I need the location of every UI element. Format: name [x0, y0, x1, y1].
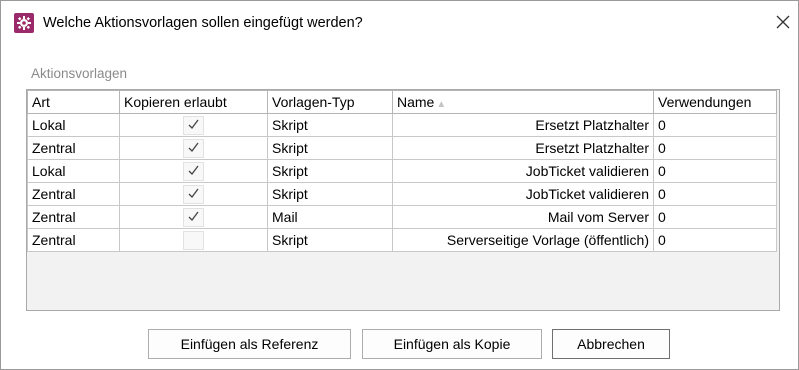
group-label: Aktionsvorlagen — [31, 66, 128, 81]
cell-copy-allowed — [119, 159, 268, 183]
table-grid: Art Kopieren erlaubt Vorlagen-Typ Name ▲ … — [27, 90, 777, 252]
cell-name: Ersetzt Platzhalter — [392, 113, 654, 137]
cell-name: Serverseitige Vorlage (öffentlich) — [392, 228, 654, 252]
column-header-art[interactable]: Art — [27, 90, 120, 114]
cell-template-type: Skript — [267, 228, 393, 252]
cell-copy-allowed — [119, 228, 268, 252]
cell-name: Mail vom Server — [392, 205, 654, 229]
table-row[interactable]: Lokal Skript Ersetzt Platzhalter 0 — [27, 113, 777, 137]
column-header-copy-allowed[interactable]: Kopieren erlaubt — [119, 90, 268, 114]
checkmark-icon — [188, 211, 199, 221]
cell-art: Lokal — [27, 159, 120, 183]
checkmark-icon — [188, 188, 199, 198]
column-header-usages[interactable]: Verwendungen — [653, 90, 777, 114]
cell-template-type: Skript — [267, 136, 393, 160]
table-row[interactable]: Lokal Skript JobTicket validieren 0 — [27, 159, 777, 183]
dialog-window: Welche Aktionsvorlagen sollen eingefügt … — [0, 0, 799, 370]
table-row[interactable]: Zentral Skript Ersetzt Platzhalter 0 — [27, 136, 777, 160]
cell-usages: 0 — [653, 205, 777, 229]
cell-name: Ersetzt Platzhalter — [392, 136, 654, 160]
copy-allowed-checkbox — [183, 161, 204, 181]
cell-copy-allowed — [119, 205, 268, 229]
cell-art: Zentral — [27, 182, 120, 206]
checkmark-icon — [188, 165, 199, 175]
table-header-row: Art Kopieren erlaubt Vorlagen-Typ Name ▲ … — [27, 90, 777, 114]
copy-allowed-checkbox — [183, 115, 204, 135]
title-bar[interactable]: Welche Aktionsvorlagen sollen eingefügt … — [1, 1, 798, 51]
insert-as-copy-button[interactable]: Einfügen als Kopie — [362, 329, 542, 359]
cell-template-type: Skript — [267, 159, 393, 183]
cell-usages: 0 — [653, 159, 777, 183]
insert-as-reference-button[interactable]: Einfügen als Referenz — [148, 329, 351, 359]
table-row[interactable]: Zentral Skript Serverseitige Vorlage (öf… — [27, 228, 777, 252]
sort-ascending-icon: ▲ — [436, 99, 447, 110]
cell-template-type: Skript — [267, 113, 393, 137]
templates-table[interactable]: Art Kopieren erlaubt Vorlagen-Typ Name ▲ … — [26, 89, 780, 311]
cancel-button[interactable]: Abbrechen — [552, 329, 670, 359]
cell-usages: 0 — [653, 182, 777, 206]
column-header-name[interactable]: Name ▲ — [392, 90, 654, 114]
checkmark-icon — [188, 119, 199, 129]
dialog-title: Welche Aktionsvorlagen sollen eingefügt … — [43, 15, 363, 31]
cell-art: Zentral — [27, 205, 120, 229]
cell-name: JobTicket validieren — [392, 159, 654, 183]
cell-art: Lokal — [27, 113, 120, 137]
cell-art: Zentral — [27, 228, 120, 252]
cell-copy-allowed — [119, 182, 268, 206]
close-icon — [776, 15, 790, 29]
cell-usages: 0 — [653, 136, 777, 160]
cell-name: JobTicket validieren — [392, 182, 654, 206]
close-button[interactable] — [771, 10, 795, 34]
column-header-template-type[interactable]: Vorlagen-Typ — [267, 90, 393, 114]
gear-icon — [14, 13, 34, 33]
cell-usages: 0 — [653, 113, 777, 137]
table-row[interactable]: Zentral Mail Mail vom Server 0 — [27, 205, 777, 229]
cell-template-type: Skript — [267, 182, 393, 206]
table-row[interactable]: Zentral Skript JobTicket validieren 0 — [27, 182, 777, 206]
copy-allowed-checkbox — [183, 230, 204, 250]
cell-template-type: Mail — [267, 205, 393, 229]
cell-art: Zentral — [27, 136, 120, 160]
cell-copy-allowed — [119, 113, 268, 137]
checkmark-icon — [188, 142, 199, 152]
cell-usages: 0 — [653, 228, 777, 252]
copy-allowed-checkbox — [183, 184, 204, 204]
copy-allowed-checkbox — [183, 138, 204, 158]
copy-allowed-checkbox — [183, 207, 204, 227]
cell-copy-allowed — [119, 136, 268, 160]
